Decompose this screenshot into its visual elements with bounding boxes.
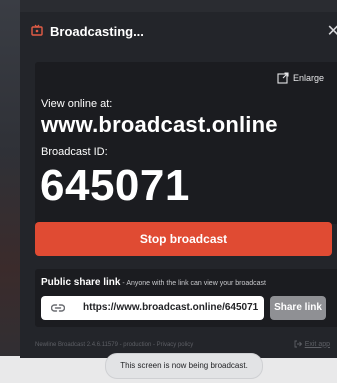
background-left (0, 0, 20, 383)
share-link-button[interactable]: Share link (270, 296, 326, 320)
view-online-label: View online at: (41, 98, 113, 110)
close-icon[interactable]: ✕ (327, 21, 337, 41)
broadcast-panel: Broadcasting... ✕ Enlarge View online at… (20, 12, 337, 358)
share-heading-subtitle: - Anyone with the link can view your bro… (120, 280, 267, 287)
share-link-card: Public share link - Anyone with the link… (35, 269, 337, 327)
enlarge-label: Enlarge (292, 73, 324, 83)
link-icon (51, 304, 65, 312)
share-link-field[interactable]: https://www.broadcast.online/645071 (41, 296, 264, 320)
title-bar: Broadcasting... ✕ (20, 12, 337, 50)
external-link-icon (277, 72, 289, 84)
exit-app-label: Exit app (304, 340, 330, 348)
version-info: Newline Broadcast 2.4.6.11579 - producti… (35, 342, 194, 348)
share-heading: Public share link - Anyone with the link… (41, 277, 266, 288)
share-link-url: https://www.broadcast.online/645071 (83, 302, 259, 313)
broadcast-toast: This screen is now being broadcast. (105, 353, 263, 379)
broadcast-info-card: Enlarge View online at: www.broadcast.on… (35, 62, 337, 224)
broadcast-icon (31, 24, 43, 36)
share-heading-title: Public share link (41, 277, 121, 288)
exit-app-link[interactable]: Exit app (294, 340, 330, 348)
window-title: Broadcasting... (50, 24, 144, 39)
view-online-url: www.broadcast.online (41, 112, 278, 137)
stop-broadcast-button[interactable]: Stop broadcast (35, 222, 332, 256)
broadcast-id-label: Broadcast ID: (41, 146, 108, 158)
enlarge-button[interactable]: Enlarge (277, 72, 324, 84)
exit-icon (294, 340, 302, 348)
broadcast-id-value: 645071 (40, 161, 190, 210)
